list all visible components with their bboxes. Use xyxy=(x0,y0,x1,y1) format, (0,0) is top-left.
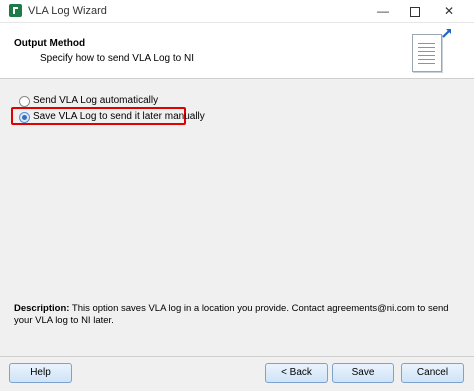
radio-button-selected[interactable] xyxy=(19,112,30,123)
close-button[interactable]: ✕ xyxy=(432,0,466,22)
page-subtitle: Specify how to send VLA Log to NI xyxy=(40,53,194,64)
button-bar: Help < Back Save Cancel xyxy=(0,357,474,391)
app-icon xyxy=(9,4,22,17)
page-title: Output Method xyxy=(14,38,86,49)
maximize-button[interactable] xyxy=(398,0,432,22)
description-label: Description: xyxy=(14,303,70,314)
back-button[interactable]: < Back xyxy=(265,363,328,383)
document-icon xyxy=(412,34,442,72)
option-label: Send VLA Log automatically xyxy=(33,95,159,106)
description-text: This option saves VLA log in a location … xyxy=(14,303,449,326)
help-button[interactable]: Help xyxy=(9,363,72,383)
window-title: VLA Log Wizard xyxy=(28,5,107,17)
export-arrow-icon xyxy=(442,29,451,38)
minimize-button[interactable]: — xyxy=(366,0,400,22)
content-area: Send VLA Log automatically Save VLA Log … xyxy=(0,79,474,357)
cancel-button[interactable]: Cancel xyxy=(401,363,464,383)
description: Description: This option saves VLA log i… xyxy=(14,303,464,327)
title-bar: VLA Log Wizard — ✕ xyxy=(0,0,474,23)
radio-button[interactable] xyxy=(19,96,30,107)
maximize-icon xyxy=(410,6,420,17)
option-label: Save VLA Log to send it later manually xyxy=(33,111,205,122)
wizard-header: Output Method Specify how to send VLA Lo… xyxy=(0,23,474,79)
save-button[interactable]: Save xyxy=(332,363,394,383)
